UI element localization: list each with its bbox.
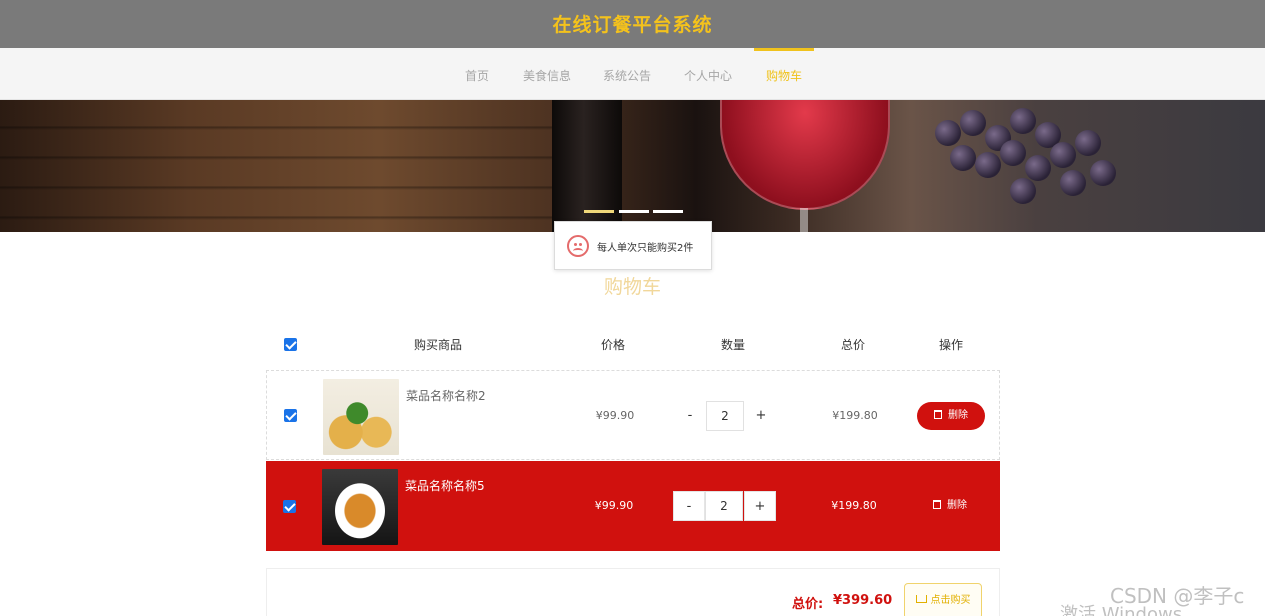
row-total-price: ¥199.80 — [831, 499, 877, 512]
product-thumbnail[interactable] — [322, 469, 398, 545]
toast-text: 每人单次只能购买2件 — [597, 243, 694, 254]
product-name[interactable]: 菜品名称名称5 — [405, 477, 485, 494]
main-nav: 首页 美食信息 系统公告 个人中心 购物车 — [0, 48, 1265, 100]
header-product: 购买商品 — [413, 338, 462, 352]
header-action: 操作 — [938, 338, 963, 352]
cart-row: 菜品名称名称2 ¥99.90 - + ¥199.80 删除 — [266, 370, 1000, 460]
trash-icon — [934, 410, 942, 419]
row-checkbox[interactable] — [283, 500, 296, 513]
nav-item-profile[interactable]: 个人中心 — [679, 48, 737, 100]
product-price: ¥99.90 — [595, 409, 635, 422]
quantity-decrement-button[interactable]: - — [673, 491, 705, 521]
delete-label: 删除 — [947, 500, 967, 511]
row-checkbox[interactable] — [284, 409, 297, 422]
checkout-label: 点击购买 — [930, 595, 971, 606]
product-name[interactable]: 菜品名称名称2 — [406, 387, 486, 404]
nav-item-food-info[interactable]: 美食信息 — [518, 48, 576, 100]
quantity-input[interactable] — [705, 491, 743, 521]
banner-carousel — [0, 100, 1265, 232]
quantity-increment-button[interactable]: + — [745, 401, 777, 431]
total-label: 总价: — [792, 597, 824, 612]
trash-icon — [933, 500, 941, 509]
row-total-price: ¥199.80 — [832, 409, 878, 422]
banner-glass-stem — [800, 208, 808, 232]
product-thumbnail[interactable] — [323, 379, 399, 455]
quantity-decrement-button[interactable]: - — [674, 401, 706, 431]
nav-item-announcements[interactable]: 系统公告 — [598, 48, 656, 100]
banner-grape — [1050, 142, 1076, 168]
banner-grape — [1090, 160, 1116, 186]
banner-grape — [950, 145, 976, 171]
carousel-dot-2[interactable] — [619, 210, 649, 213]
delete-button[interactable]: 删除 — [916, 492, 984, 520]
banner-wine-glass-image — [720, 100, 890, 210]
banner-grape — [1000, 140, 1026, 166]
banner-grape — [1075, 130, 1101, 156]
toast-message: 每人单次只能购买2件 — [554, 221, 712, 270]
header-total: 总价 — [840, 338, 865, 352]
banner-grape — [1025, 155, 1051, 181]
page: 在线订餐平台系统 首页 美食信息 系统公告 个人中心 购物车 每人单次只能购买2… — [0, 0, 1265, 616]
total-value: ¥399.60 — [833, 593, 893, 608]
site-title: 在线订餐平台系统 — [552, 14, 713, 36]
banner-grape — [975, 152, 1001, 178]
top-header: 在线订餐平台系统 — [0, 0, 1265, 48]
banner-wood-texture — [0, 100, 560, 232]
product-price: ¥99.90 — [594, 499, 634, 512]
quantity-increment-button[interactable]: + — [744, 491, 776, 521]
sad-face-icon — [567, 235, 589, 257]
header-price: 价格 — [600, 338, 625, 352]
quantity-input[interactable] — [706, 401, 744, 431]
cart-summary: 总价: ¥399.60 点击购买 — [266, 568, 1000, 616]
banner-grape — [935, 120, 961, 146]
banner-grape — [1010, 178, 1036, 204]
header-quantity: 数量 — [720, 338, 745, 352]
cart-row: 菜品名称名称5 ¥99.90 - + ¥199.80 删除 — [266, 461, 1000, 551]
cart-icon — [915, 595, 927, 603]
banner-grape — [1060, 170, 1086, 196]
nav-item-cart[interactable]: 购物车 — [754, 48, 814, 100]
nav-item-home[interactable]: 首页 — [456, 48, 498, 100]
select-all-checkbox[interactable] — [284, 338, 297, 351]
carousel-dot-1[interactable] — [584, 210, 614, 213]
delete-label: 删除 — [948, 410, 968, 421]
windows-activation-watermark: 激活 Windows — [1060, 604, 1183, 616]
checkout-button[interactable]: 点击购买 — [904, 583, 982, 616]
delete-button[interactable]: 删除 — [917, 402, 985, 430]
banner-grape — [960, 110, 986, 136]
banner-grape — [1010, 108, 1036, 134]
cart-title: 购物车 — [603, 276, 661, 298]
carousel-dot-3[interactable] — [653, 210, 683, 213]
